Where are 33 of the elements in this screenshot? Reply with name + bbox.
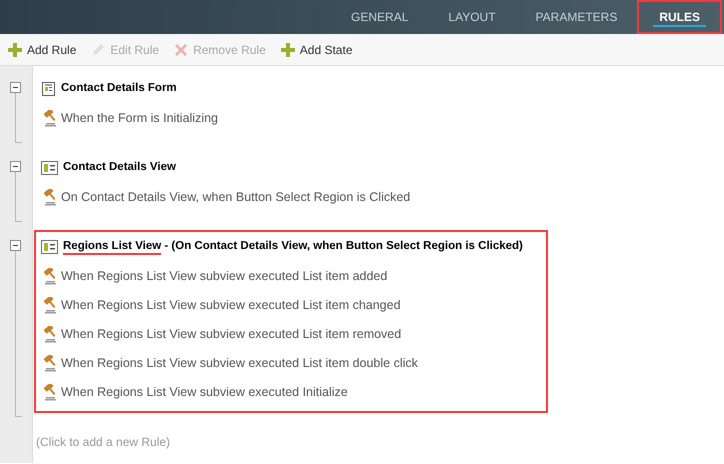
rule-item[interactable]: When the Form is Initializing: [61, 109, 218, 128]
collapse-toggle[interactable]: [10, 240, 20, 251]
tab[interactable]: LAYOUT: [428, 0, 516, 34]
collapse-toggle[interactable]: [10, 161, 20, 172]
gavel-icon: [41, 110, 58, 127]
plus-icon: [280, 42, 296, 58]
group-title[interactable]: Regions List View - (On Contact Details View, when Button Select Region is Clicked): [63, 238, 523, 256]
pencil-icon: [90, 42, 106, 58]
view-icon: [41, 161, 58, 175]
group-title[interactable]: Contact Details View: [63, 159, 176, 177]
rule-item[interactable]: On Contact Details View, when Button Select Region is Clicked: [61, 188, 410, 207]
collapse-toggle[interactable]: [10, 82, 20, 93]
rule-item[interactable]: When Regions List View subview executed List item removed: [61, 325, 402, 344]
tab[interactable]: GENERAL: [331, 0, 428, 34]
group-title[interactable]: Contact Details Form: [61, 80, 177, 98]
tab[interactable]: RULES: [637, 0, 722, 34]
rule-item[interactable]: When Regions List View subview executed List item added: [61, 267, 388, 286]
form-icon: [41, 81, 56, 97]
gavel-icon: [41, 384, 58, 401]
plus-icon: [7, 42, 23, 58]
cross-icon: [173, 42, 190, 58]
rule-item[interactable]: When Regions List View subview executed List item changed: [61, 296, 401, 315]
toolbar-button[interactable]: Add Rule: [7, 40, 76, 58]
gavel-icon: [41, 189, 58, 206]
gavel-icon: [41, 297, 58, 314]
gavel-icon: [41, 268, 58, 285]
gavel-icon: [41, 355, 58, 372]
gavel-icon: [41, 326, 58, 343]
view-icon: [41, 240, 58, 254]
rule-item[interactable]: When Regions List View subview executed Initialize: [61, 383, 348, 402]
rule-item[interactable]: When Regions List View subview executed List item double click: [61, 354, 418, 373]
toolbar-button[interactable]: Add State: [280, 40, 352, 58]
tab[interactable]: PARAMETERS: [516, 0, 638, 34]
